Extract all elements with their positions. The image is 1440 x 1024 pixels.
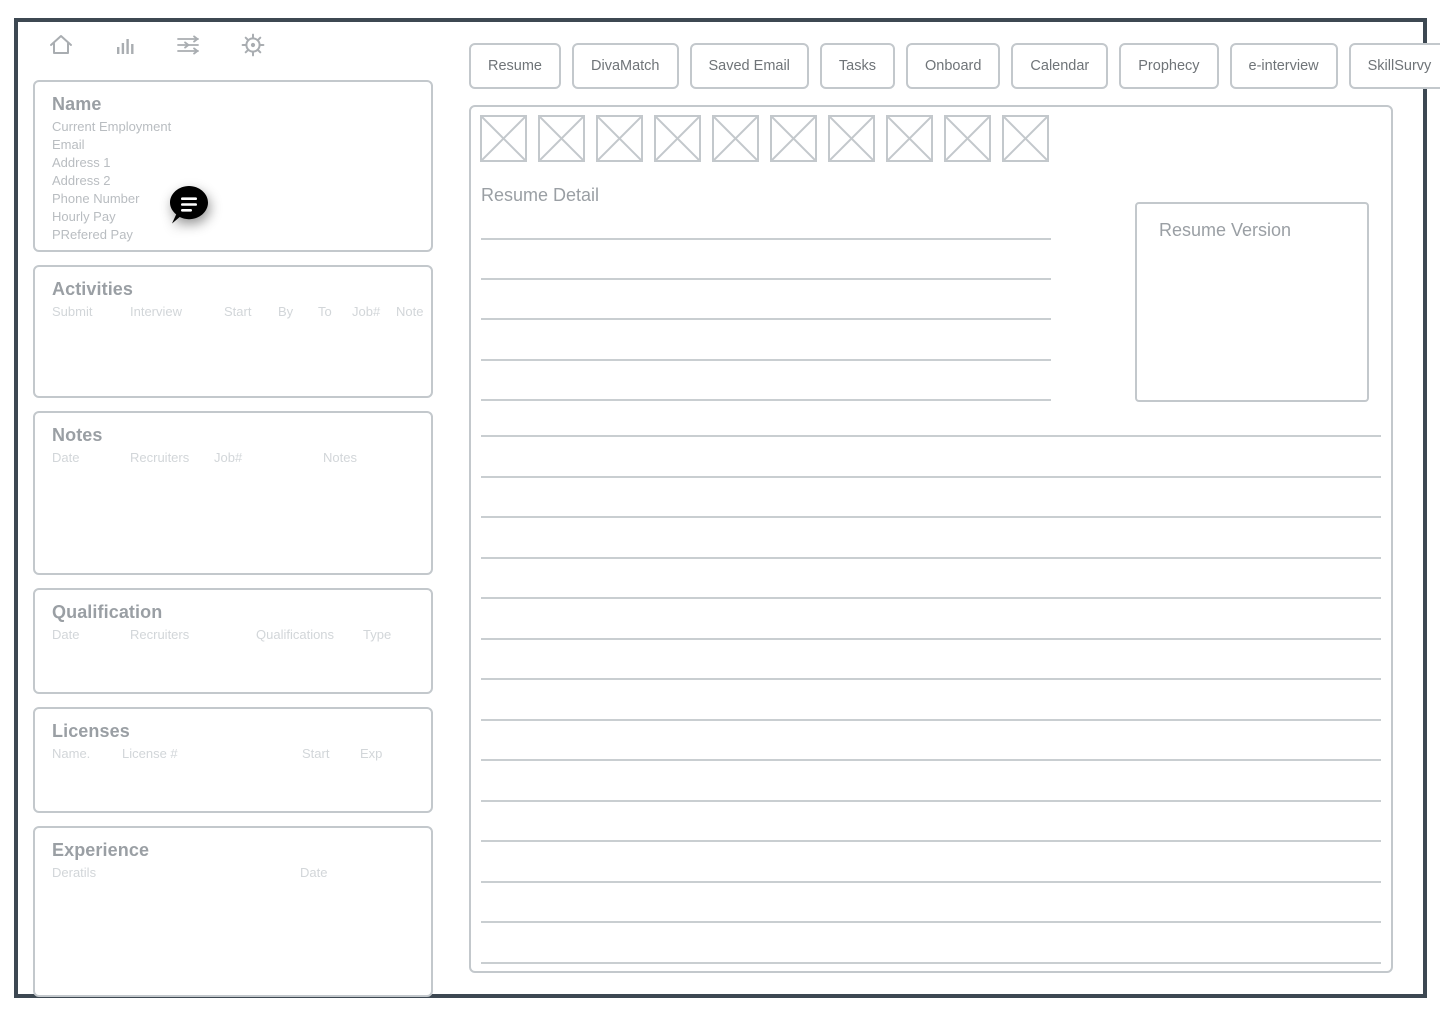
card-notes[interactable]: Notes Date Recruiters Job# Notes xyxy=(33,411,433,575)
list-item: Current Employment xyxy=(52,119,172,134)
column-header: Date xyxy=(300,865,328,880)
column-header: Submit xyxy=(52,304,93,319)
gear-icon[interactable] xyxy=(236,28,270,62)
tab-prophecy[interactable]: Prophecy xyxy=(1119,43,1219,89)
tab-skillsurvy[interactable]: SkillSurvy xyxy=(1348,43,1440,89)
bar-chart-icon[interactable] xyxy=(108,28,142,62)
image-placeholder-5[interactable] xyxy=(712,115,759,162)
left-sidebar: Name Current Employment Email Address 1 … xyxy=(33,80,433,997)
home-icon[interactable] xyxy=(44,28,78,62)
experience-column-headers: Deratils Date xyxy=(52,865,414,885)
image-placeholder-9[interactable] xyxy=(944,115,991,162)
column-header: Notes xyxy=(323,450,357,465)
column-header: Deratils xyxy=(52,865,97,880)
image-placeholder-7[interactable] xyxy=(828,115,875,162)
resume-version-box[interactable]: Resume Version xyxy=(1135,202,1369,402)
tab-resume[interactable]: Resume xyxy=(469,43,561,89)
card-title: Notes xyxy=(52,425,103,445)
list-item: Address 1 xyxy=(52,155,111,170)
list-item: Address 2 xyxy=(52,173,111,188)
column-header: Type xyxy=(363,627,392,642)
detail-rule-short xyxy=(481,318,1051,321)
card-title: Experience xyxy=(52,840,150,860)
card-title: Activities xyxy=(52,279,134,299)
card-experience[interactable]: Experience Deratils Date xyxy=(33,826,433,997)
page-title: Resume Detail xyxy=(481,185,600,205)
detail-rule-full xyxy=(481,435,1381,437)
detail-rule-full xyxy=(481,961,1381,964)
icon-toolbar xyxy=(44,28,270,62)
column-header: Job# xyxy=(214,450,243,465)
column-header: Recruiters xyxy=(130,627,190,642)
image-placeholder-6[interactable] xyxy=(770,115,817,162)
resume-detail-panel: Resume Detail Resume Version xyxy=(469,105,1393,973)
column-header: Exp xyxy=(360,746,383,761)
tab-saved-email[interactable]: Saved Email xyxy=(689,43,809,89)
column-header: By xyxy=(278,304,294,319)
column-header: Name. xyxy=(52,746,91,761)
activities-column-headers: Submit Interview Start By To Job# Note xyxy=(52,304,423,324)
list-item: Hourly Pay xyxy=(52,209,116,224)
resume-version-title: Resume Version xyxy=(1159,220,1292,240)
detail-rule-full xyxy=(481,759,1381,761)
thumbnail-strip xyxy=(480,115,1049,162)
card-title: Name xyxy=(52,94,102,114)
detail-rule-full xyxy=(481,475,1381,478)
detail-rule-short xyxy=(481,238,1051,240)
notes-column-headers: Date Recruiters Job# Notes xyxy=(52,450,414,470)
column-header: Interview xyxy=(130,304,183,319)
column-header: Qualifications xyxy=(256,627,335,642)
detail-rule-full xyxy=(481,921,1381,923)
list-item: PRefered Pay xyxy=(52,227,133,242)
name-field-list: Current Employment Email Address 1 Addre… xyxy=(52,118,414,244)
tab-bar: Resume DivaMatch Saved Email Tasks Onboa… xyxy=(469,43,1440,89)
image-placeholder-2[interactable] xyxy=(538,115,585,162)
column-header: Start xyxy=(224,304,252,319)
detail-rule-full xyxy=(481,516,1381,518)
sliders-icon[interactable] xyxy=(172,28,206,62)
tab-calendar[interactable]: Calendar xyxy=(1011,43,1109,89)
card-qualification[interactable]: Qualification Date Recruiters Qualificat… xyxy=(33,588,433,694)
column-header: Note xyxy=(396,304,424,319)
image-placeholder-10[interactable] xyxy=(1002,115,1049,162)
image-placeholder-1[interactable] xyxy=(480,115,527,162)
column-header: License # xyxy=(122,746,178,761)
column-header: Date xyxy=(52,627,80,642)
tab-tasks[interactable]: Tasks xyxy=(819,43,895,89)
licenses-column-headers: Name. License # Start Exp xyxy=(52,746,414,766)
column-header: Date xyxy=(52,450,80,465)
list-item: Phone Number xyxy=(52,191,140,206)
detail-rule-full xyxy=(481,556,1381,559)
card-licenses[interactable]: Licenses Name. License # Start Exp xyxy=(33,707,433,813)
chat-bubble-icon[interactable] xyxy=(167,183,211,227)
tab-onboard[interactable]: Onboard xyxy=(905,43,1001,89)
detail-rule-full xyxy=(481,840,1381,842)
column-header: To xyxy=(318,304,332,319)
detail-rule-short xyxy=(481,278,1051,281)
detail-rule-full xyxy=(481,597,1381,599)
tab-divamatch[interactable]: DivaMatch xyxy=(572,43,679,89)
qualification-column-headers: Date Recruiters Qualifications Type xyxy=(52,627,414,647)
column-header: Recruiters xyxy=(130,450,190,465)
list-item: Email xyxy=(52,137,85,152)
tab-e-interview[interactable]: e-interview xyxy=(1229,43,1338,89)
card-title: Qualification xyxy=(52,602,163,622)
card-activities[interactable]: Activities Submit Interview Start By To … xyxy=(33,265,433,398)
card-name[interactable]: Name Current Employment Email Address 1 … xyxy=(33,80,433,252)
image-placeholder-8[interactable] xyxy=(886,115,933,162)
detail-rule-short xyxy=(481,358,1051,361)
image-placeholder-4[interactable] xyxy=(654,115,701,162)
card-title: Licenses xyxy=(52,721,130,741)
image-placeholder-3[interactable] xyxy=(596,115,643,162)
detail-rule-short xyxy=(481,398,1051,401)
detail-rule-full xyxy=(481,799,1381,802)
detail-rule-full xyxy=(481,718,1381,721)
detail-rule-full xyxy=(481,880,1381,883)
column-header: Start xyxy=(302,746,330,761)
column-header: Job# xyxy=(352,304,381,319)
detail-rule-full xyxy=(481,637,1381,640)
detail-rule-full xyxy=(481,678,1381,680)
